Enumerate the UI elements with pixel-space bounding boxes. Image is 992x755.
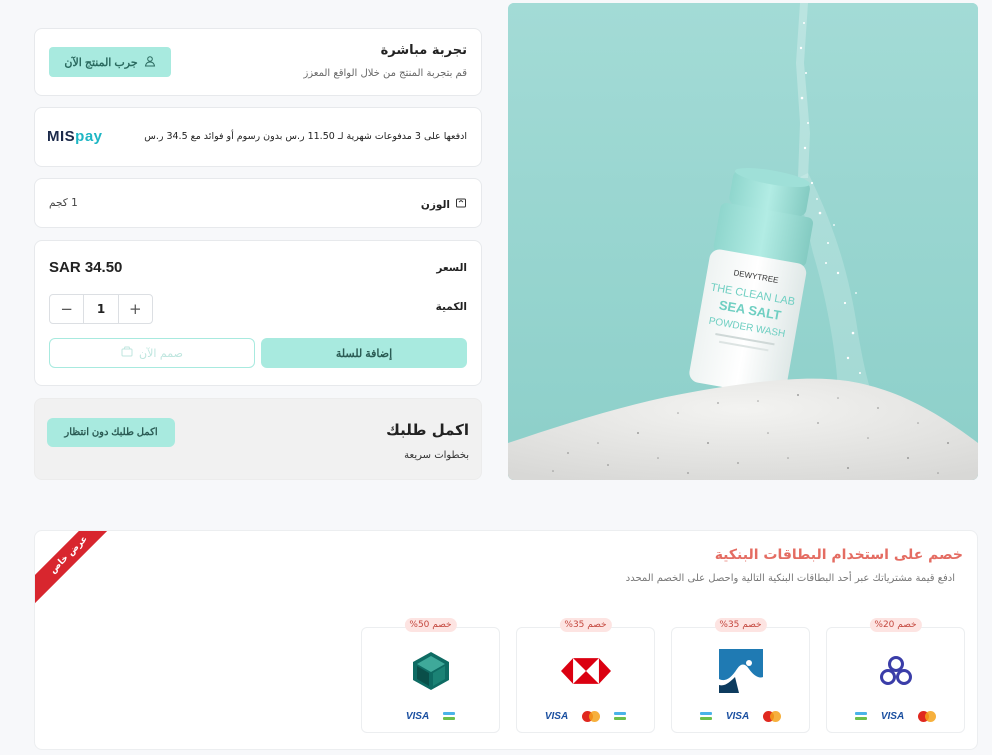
checkout-subtitle: بخطوات سريعة: [404, 450, 469, 461]
mada-card-icon: [699, 712, 712, 721]
live-try-title: تجربة مباشرة: [380, 43, 467, 58]
add-to-cart-button[interactable]: إضافة للسلة: [261, 338, 467, 368]
mastercard-icon: [918, 711, 937, 722]
accepted-cards: VISA: [517, 711, 654, 722]
product-image: DEWYTREE THE CLEAN LAB SEA SALT POWDER W…: [508, 3, 978, 480]
discount-badge: خصم 35%: [559, 618, 612, 632]
discount-badge: خصم 35%: [714, 618, 767, 632]
mispay-logo: MISpay: [47, 128, 103, 145]
design-icon: [121, 346, 133, 360]
visa-card-icon: VISA: [405, 711, 430, 722]
weight-value: 1 كجم: [49, 197, 78, 209]
accepted-cards: VISA: [362, 711, 499, 722]
mada-card-icon: [854, 712, 867, 721]
bank-offer-card[interactable]: خصم 35% VISA: [671, 618, 810, 733]
discount-badge: خصم 50%: [404, 618, 457, 632]
sab-hsbc-logo: [560, 648, 611, 694]
user-icon: [144, 55, 156, 70]
mispay-installment-text: ادفعها على 3 مدفوعات شهرية لـ 11.50 ر.س …: [144, 131, 467, 142]
price-label: السعر: [436, 262, 467, 274]
accepted-cards: VISA: [827, 711, 964, 722]
bank-offer-card[interactable]: خصم 20% VISA: [826, 618, 965, 733]
checkout-title: اكمل طلبك: [386, 421, 469, 439]
try-product-button[interactable]: جرب المنتج الآن: [49, 47, 171, 77]
visa-card-icon: VISA: [880, 711, 905, 722]
visa-card-icon: VISA: [544, 711, 569, 722]
visa-card-icon: VISA: [725, 711, 750, 722]
mada-card-icon: [443, 712, 456, 721]
special-offer-ribbon: عرض خاص: [35, 531, 122, 608]
bank-offer-card[interactable]: خصم 50% VISA: [361, 618, 500, 733]
increase-quantity-button[interactable]: +: [119, 295, 152, 323]
alinma-bank-logo: [871, 648, 921, 694]
quick-checkout-button[interactable]: اكمل طلبك دون انتظار: [47, 418, 175, 447]
mastercard-icon: [763, 711, 782, 722]
quantity-value[interactable]: 1: [83, 295, 119, 323]
product-page: DEWYTREE THE CLEAN LAB SEA SALT POWDER W…: [0, 0, 992, 755]
weight-label: الوزن: [421, 197, 467, 212]
decrease-quantity-button[interactable]: −: [50, 295, 83, 323]
bank-offers-subtitle: ادفع قيمة مشترياتك عبر أحد البطاقات البن…: [625, 573, 955, 584]
price-value: SAR 34.50: [49, 259, 123, 276]
quantity-stepper: − 1 +: [49, 294, 153, 324]
weight-card: الوزن 1 كجم: [34, 178, 482, 228]
mastercard-icon: [582, 711, 601, 722]
bank-offers-section: عرض خاص خصم على استخدام البطاقات البنكية…: [34, 530, 978, 750]
saudi-national-bank-logo: [406, 648, 456, 694]
discount-badge: خصم 20%: [869, 618, 922, 632]
purchase-card: السعر SAR 34.50 الكمية − 1 + إضافة للسلة…: [34, 240, 482, 386]
bank-albilad-logo: [716, 648, 766, 694]
bank-offer-card[interactable]: خصم 35% VISA: [516, 618, 655, 733]
bank-offers-title: خصم على استخدام البطاقات البنكية: [714, 547, 963, 563]
design-now-button[interactable]: صمم الآن: [49, 338, 255, 368]
design-now-label: صمم الآن: [139, 346, 183, 360]
accepted-cards: VISA: [672, 711, 809, 722]
quantity-label: الكمية: [435, 301, 467, 313]
mada-card-icon: [614, 712, 627, 721]
live-try-card: تجربة مباشرة قم بتجربة المنتج من خلال ال…: [34, 28, 482, 96]
scale-icon: [455, 197, 467, 212]
live-try-subtitle: قم بتجربة المنتج من خلال الواقع المعزز: [303, 68, 467, 79]
try-product-label: جرب المنتج الآن: [64, 56, 138, 69]
checkout-card: اكمل طلبك بخطوات سريعة اكمل طلبك دون انت…: [34, 398, 482, 480]
mispay-card: MISpay ادفعها على 3 مدفوعات شهرية لـ 11.…: [34, 107, 482, 167]
